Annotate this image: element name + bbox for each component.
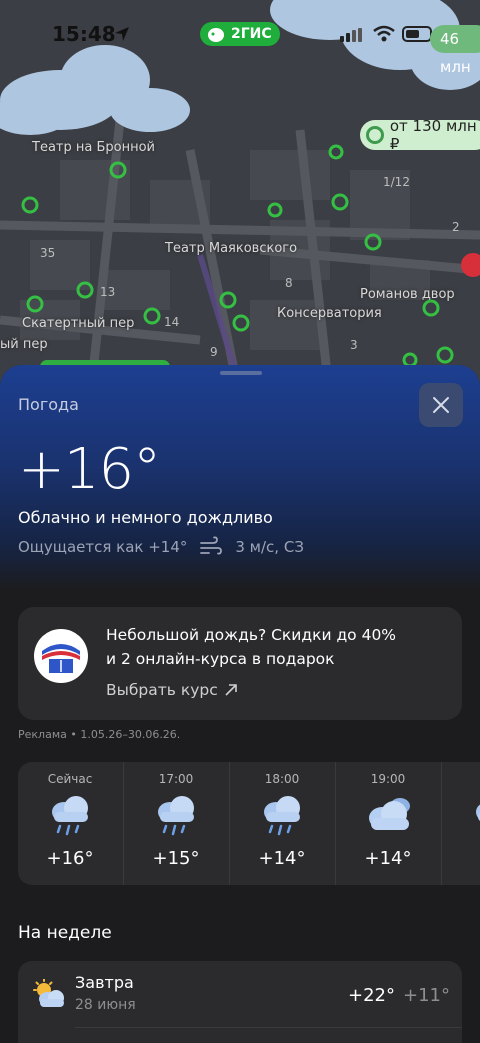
location-arrow-icon: [115, 27, 129, 41]
hour-label: 17:00: [158, 772, 194, 786]
close-button[interactable]: [419, 383, 463, 427]
ad-note: Реклама • 1.05.26–30.06.26.: [18, 728, 181, 741]
price-bubble-label: от 130 млн ₽: [389, 117, 477, 153]
house-number: 8: [285, 276, 293, 290]
day-name: Завтра: [75, 973, 134, 992]
rain-cloud-icon: [476, 804, 480, 821]
ad-line: Небольшой дождь? Скидки до 40%: [106, 626, 397, 644]
day-low: +11°: [403, 985, 450, 1006]
hour-item[interactable]: 2 +: [442, 762, 480, 885]
weather-hero: Погода +16° Облачно и немного дождливо О…: [0, 365, 480, 590]
hour-temp: +14°: [258, 848, 306, 869]
hour-label: 2: [442, 772, 480, 786]
house-number: 35: [40, 246, 56, 260]
hour-label: Сейчас: [47, 772, 93, 786]
ad-text: Небольшой дождь? Скидки до 40% и 2 онлай…: [106, 623, 446, 671]
day-high: +22°: [348, 985, 395, 1006]
hour-temp: +: [442, 848, 480, 869]
hour-item[interactable]: Сейчас +16°: [18, 762, 124, 885]
weather-condition: Облачно и немного дождливо: [18, 508, 273, 527]
arrow-up-right-icon: [225, 684, 237, 696]
wind-icon: [200, 536, 223, 555]
house-number: 13: [100, 285, 116, 299]
house-number: 2: [452, 220, 460, 234]
sheet-title: Погода: [18, 395, 79, 414]
map-label[interactable]: Консерватория: [277, 306, 382, 321]
rain-cloud-icon: [52, 796, 88, 836]
day-date: 28 июня: [75, 997, 136, 1013]
week-title: На неделе: [18, 923, 112, 943]
hour-temp: +15°: [152, 848, 200, 869]
ad-cta-link[interactable]: Выбрать курс: [106, 681, 238, 699]
app-badge-label: 2ГИС: [231, 26, 272, 42]
ad-card[interactable]: Небольшой дождь? Скидки до 40% и 2 онлай…: [18, 607, 462, 720]
hourly-forecast[interactable]: Сейчас +16° 17:00 +15° 18:00 +14° 19:00 …: [18, 762, 480, 885]
cloud-icon: [369, 798, 410, 830]
battery-icon: [402, 26, 432, 42]
cellular-signal-icon: [340, 28, 362, 42]
hour-label: 19:00: [370, 772, 406, 786]
weather-sheet: Погода +16° Облачно и немного дождливо О…: [0, 365, 480, 1043]
day-row[interactable]: Завтра 28 июня +22° +11°: [18, 961, 462, 1043]
status-time: 15:48: [52, 22, 116, 46]
wind-value: 3 м/с, СЗ: [235, 538, 304, 556]
map-label[interactable]: Романов двор: [360, 287, 455, 302]
map-label: Скатертный пер: [22, 316, 135, 331]
status-bar: 15:48 2ГИС 46 млн: [0, 0, 480, 76]
hour-temp: +16°: [46, 848, 94, 869]
wifi-icon: [373, 25, 395, 42]
price-bubble-top[interactable]: 46 млн: [430, 25, 480, 76]
hour-item[interactable]: 17:00 +15°: [124, 762, 230, 885]
sheet-grabber[interactable]: [220, 371, 262, 375]
hour-temp: +14°: [364, 848, 412, 869]
feels-like-row: Ощущается как +14° 3 м/с, СЗ: [18, 536, 304, 558]
dog-icon: [208, 28, 224, 42]
ad-line: и 2 онлайн-курса в подарок: [106, 650, 335, 668]
rain-cloud-icon: [158, 796, 194, 836]
house-number: 1/12: [383, 175, 410, 189]
app-badge[interactable]: 2ГИС: [200, 22, 280, 46]
hour-item[interactable]: 19:00 +14°: [336, 762, 442, 885]
house-number: 9: [210, 345, 218, 359]
close-icon: [433, 397, 449, 413]
divider: [75, 1027, 462, 1028]
map-label: ый пер: [0, 337, 48, 352]
price-bubble[interactable]: от 130 млн ₽: [360, 117, 480, 153]
partly-cloudy-icon: [33, 979, 64, 1007]
ad-logo: [34, 629, 88, 683]
education-logo-icon: [35, 630, 87, 682]
house-number: 14: [164, 315, 180, 329]
current-temperature: +16°: [18, 437, 161, 502]
ad-cta-label: Выбрать курс: [106, 681, 218, 699]
rain-cloud-icon: [264, 796, 300, 836]
feels-like: Ощущается как +14°: [18, 538, 188, 556]
hour-label: 18:00: [264, 772, 300, 786]
house-number: 3: [350, 338, 358, 352]
ring-icon: [366, 126, 384, 144]
map-label[interactable]: Театр Маяковского: [165, 241, 297, 256]
hour-item[interactable]: 18:00 +14°: [230, 762, 336, 885]
